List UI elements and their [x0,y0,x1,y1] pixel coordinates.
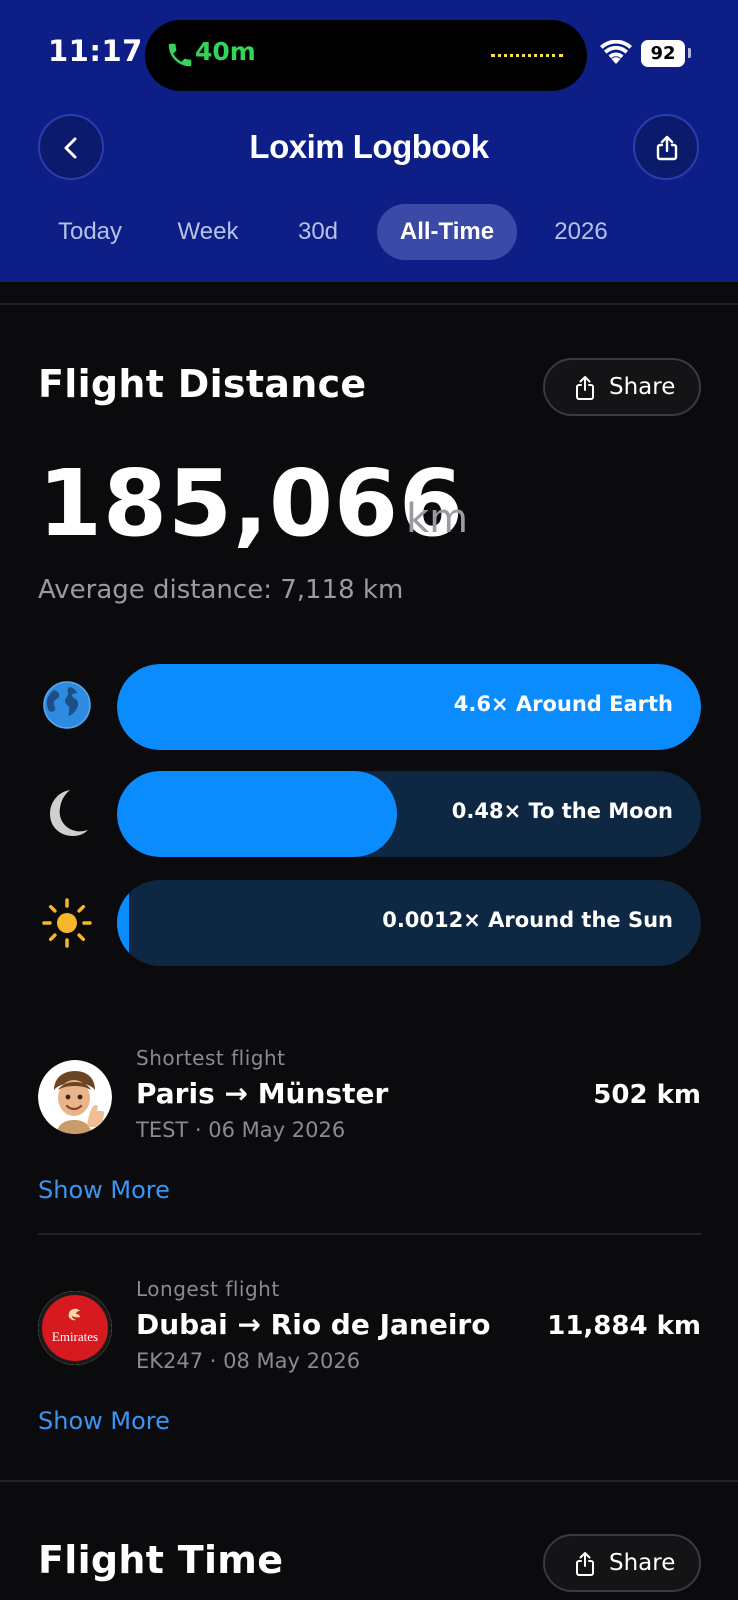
comparison-bar-earth: 4.6× Around Earth [117,664,701,750]
longest-flight-distance: 11,884 km [547,1311,701,1341]
tab-week[interactable]: Week [162,204,254,260]
memoji-thumbs-up-icon [38,1060,112,1134]
shortest-flight-meta: TEST · 06 May 2026 [136,1118,346,1142]
moon-icon [50,790,88,836]
average-distance: Average distance: 7,118 km [38,575,404,605]
section-divider [0,1480,738,1482]
sun-icon [42,898,92,948]
comparison-label-earth: 4.6× Around Earth [453,692,673,716]
total-distance-value: 185,066 [38,450,465,557]
tab-today[interactable]: Today [44,204,136,260]
wifi-icon [600,40,632,64]
shortest-flight-caption: Shortest flight [136,1046,286,1070]
comparison-label-moon: 0.48× To the Moon [451,799,673,823]
tab-2026[interactable]: 2026 [535,204,627,260]
divider [38,1233,701,1235]
comparison-bar-fill [117,771,398,857]
airline-logo: Emirates [38,1291,112,1365]
share-label: Share [609,1550,676,1576]
page-title: Loxim Logbook [249,128,489,165]
call-duration: 40m [195,37,256,66]
flight-distance-share-button[interactable]: Share [543,358,701,416]
longest-flight-caption: Longest flight [136,1277,280,1301]
emirates-logo-icon: Emirates [38,1291,112,1365]
longest-flight-meta: EK247 · 08 May 2026 [136,1349,361,1373]
avatar [38,1060,112,1134]
flight-distance-title: Flight Distance [38,362,367,406]
time-range-tabs: Today Week 30d All-Time 2026 [0,204,738,260]
flight-time-title: Flight Time [38,1538,284,1582]
shortest-flight-route: Paris → Münster [136,1077,389,1110]
globe-icon [43,681,91,729]
airline-logo-text: Emirates [52,1329,98,1344]
total-distance-unit: km [406,496,469,542]
share-label: Share [609,374,676,400]
shortest-flight-distance: 502 km [593,1080,701,1110]
battery-tip [688,48,691,58]
comparison-bar-sun: 0.0012× Around the Sun [117,880,701,966]
phone-icon [168,43,192,67]
tab-30d[interactable]: 30d [272,204,364,260]
comparison-label-sun: 0.0012× Around the Sun [382,908,673,932]
longest-flight-route: Dubai → Rio de Janeiro [136,1308,491,1341]
share-icon [576,1552,594,1576]
share-button[interactable] [633,114,699,180]
status-time: 11:17 [48,34,143,68]
app-header: 11:17 40m 92 Loxim Logbook Today Week 30… [0,0,738,282]
share-icon [576,376,594,400]
divider [0,303,738,305]
flight-time-share-button[interactable]: Share [543,1534,701,1592]
tab-all-time[interactable]: All-Time [377,204,517,260]
shortest-flight-show-more-link[interactable]: Show More [38,1176,170,1204]
longest-flight-show-more-link[interactable]: Show More [38,1407,170,1435]
audio-waveform-icon [491,54,563,57]
dynamic-island-call[interactable]: 40m [145,20,587,91]
comparison-bar-moon: 0.48× To the Moon [117,771,701,857]
battery-indicator: 92 [641,40,685,67]
comparison-bar-fill [117,880,129,966]
share-icon [656,135,678,161]
